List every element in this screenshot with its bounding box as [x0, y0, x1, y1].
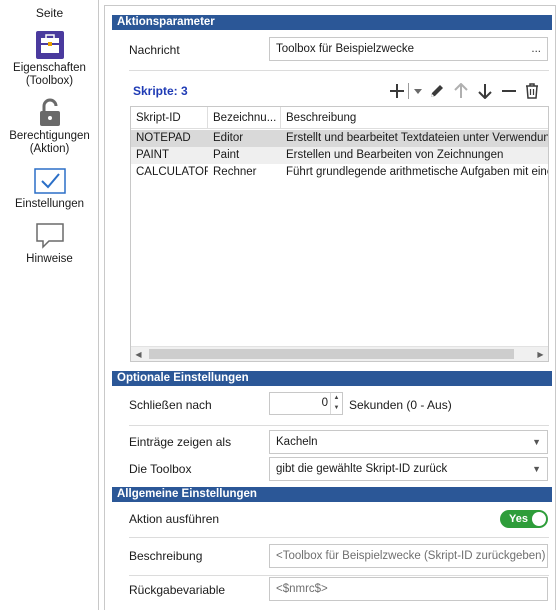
scroll-left-icon[interactable]: ◀ [131, 347, 146, 361]
schliessen-unit: Sekunden (0 - Aus) [349, 398, 452, 412]
separator [129, 425, 549, 426]
chevron-down-icon: ▼ [532, 464, 541, 474]
toggle-knob [532, 512, 546, 526]
sidebar-item-label: Berechtigungen (Aktion) [9, 130, 90, 155]
stepper-down-icon[interactable]: ▼ [331, 403, 342, 413]
section-header-allgemeine: Allgemeine Einstellungen [112, 487, 552, 502]
cell-bezeichnung: Paint [213, 149, 240, 161]
main-panel: Aktionsparameter Nachricht Toolbox für B… [104, 5, 556, 610]
move-up-icon[interactable] [449, 80, 473, 102]
toggle-label: Yes [509, 513, 528, 525]
cell-skript-id: NOTEPAD [136, 132, 191, 144]
horizontal-scrollbar[interactable]: ◀ ▶ [131, 346, 548, 361]
cell-beschreibung: Erstellen und Bearbeiten von Zeichnungen [286, 149, 504, 161]
nachricht-field[interactable]: Toolbox für Beispielzwecke ... [269, 37, 548, 61]
table-row[interactable]: NOTEPAD Editor Erstellt und bearbeitet T… [131, 130, 549, 147]
section-header-optionale: Optionale Einstellungen [112, 371, 552, 386]
remove-icon[interactable] [497, 80, 521, 102]
toolbox-value: gibt die gewählte Skript-ID zurück [276, 463, 448, 475]
add-icon[interactable] [387, 80, 407, 102]
nachricht-value: Toolbox für Beispielzwecke [276, 43, 415, 55]
checkmark-icon [0, 164, 99, 198]
separator [129, 537, 549, 538]
column-header-skript-id[interactable]: Skript-ID [131, 107, 208, 129]
cell-bezeichnung: Rechner [213, 166, 257, 178]
nachricht-browse-button[interactable]: ... [531, 38, 541, 60]
sidebar-item-label: Eigenschaften (Toolbox) [13, 62, 86, 87]
aktion-toggle[interactable]: Yes [500, 510, 548, 528]
sidebar-item-label: Einstellungen [14, 198, 85, 210]
beschreibung-field[interactable]: <Toolbox für Beispielzwecke (Skript-ID z… [269, 544, 548, 568]
sidebar-item-einstellungen[interactable]: Einstellungen [0, 164, 99, 211]
beschreibung-label: Beschreibung [129, 549, 203, 563]
cell-skript-id: CALCULATOR [136, 166, 208, 178]
section-header-aktionsparameter: Aktionsparameter [112, 15, 552, 30]
chevron-down-icon: ▼ [532, 437, 541, 447]
cell-beschreibung: Erstellt und bearbeitet Textdateien unte… [286, 132, 549, 144]
stepper-up-icon[interactable]: ▲ [331, 393, 342, 403]
cell-bezeichnung: Editor [213, 132, 244, 144]
cell-beschreibung: Führt grundlegende arithmetische Aufgabe… [286, 166, 549, 178]
stepper-buttons[interactable]: ▲ ▼ [330, 393, 342, 414]
sidebar-item-eigenschaften[interactable]: Eigenschaften (Toolbox) [0, 28, 99, 88]
schliessen-value: 0 [321, 397, 328, 409]
toolbox-select[interactable]: gibt die gewählte Skript-ID zurück ▼ [269, 457, 548, 481]
scroll-right-icon[interactable]: ▶ [533, 347, 548, 361]
table-header: Skript-ID Bezeichnu... Beschreibung [131, 107, 548, 129]
table-row[interactable]: CALCULATOR Rechner Führt grundlegende ar… [131, 164, 549, 181]
cell-skript-id: PAINT [136, 149, 170, 161]
edit-pencil-icon[interactable] [425, 80, 449, 102]
rueckgabe-label: Rückgabevariable [129, 583, 226, 597]
schliessen-stepper[interactable]: 0 ▲ ▼ [269, 392, 343, 415]
rueckgabe-field[interactable]: <$nmrc$> [269, 577, 548, 601]
separator [129, 70, 549, 71]
toolbox-label: Die Toolbox [129, 462, 192, 476]
aktion-label: Aktion ausführen [129, 512, 220, 526]
skripte-toolbar [387, 80, 543, 102]
eintraege-label: Einträge zeigen als [129, 435, 232, 449]
sidebar-item-hinweise[interactable]: Hinweise [0, 219, 99, 266]
speech-bubble-icon [0, 219, 99, 253]
table-row[interactable]: PAINT Paint Erstellen und Bearbeiten von… [131, 147, 548, 164]
skripte-count-label: Skripte: 3 [133, 84, 188, 98]
schliessen-label: Schließen nach [129, 398, 212, 412]
lock-icon [0, 96, 99, 130]
move-down-icon[interactable] [473, 80, 497, 102]
eintraege-select[interactable]: Kacheln ▼ [269, 430, 548, 454]
column-header-bezeichnung[interactable]: Bezeichnu... [208, 107, 281, 129]
nachricht-label: Nachricht [129, 43, 180, 57]
sidebar: Seite Eigenschaften (Toolbox) Berechtigu… [0, 0, 99, 610]
sidebar-title: Seite [35, 6, 64, 20]
dropdown-arrow-icon[interactable] [411, 80, 425, 102]
sidebar-item-label: Hinweise [26, 253, 73, 265]
separator [129, 575, 549, 576]
scrollbar-thumb[interactable] [149, 349, 514, 359]
skripte-table[interactable]: Skript-ID Bezeichnu... Beschreibung NOTE… [130, 106, 549, 362]
column-header-beschreibung[interactable]: Beschreibung [281, 107, 548, 129]
delete-icon[interactable] [521, 80, 543, 102]
eintraege-value: Kacheln [276, 436, 318, 448]
sidebar-item-berechtigungen[interactable]: Berechtigungen (Aktion) [0, 96, 99, 156]
toolbox-icon [0, 28, 99, 62]
